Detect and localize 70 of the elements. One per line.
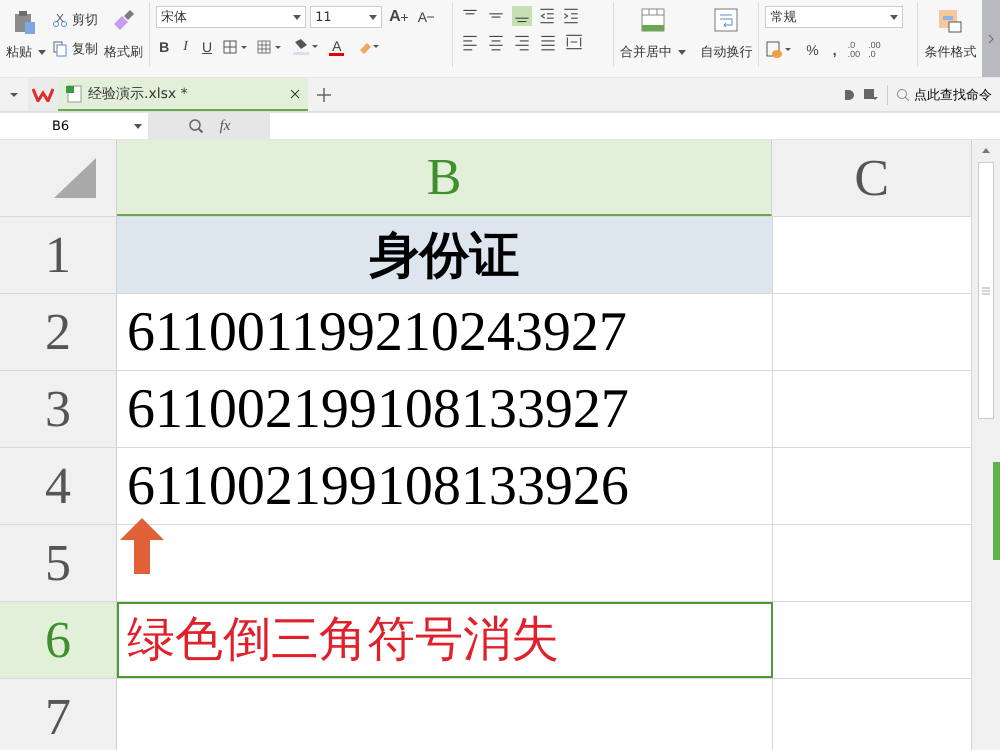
- merge-center-button[interactable]: 合并居中: [620, 43, 686, 61]
- grow-font-button[interactable]: A: [386, 8, 411, 26]
- grip-icon: [982, 286, 990, 294]
- caret-icon[interactable]: [890, 14, 898, 20]
- paste-button[interactable]: 粘贴: [6, 43, 46, 61]
- increase-decimal-button[interactable]: .0 .00: [848, 41, 860, 59]
- caret-icon[interactable]: [38, 50, 46, 55]
- row-header[interactable]: 5: [0, 525, 117, 601]
- spreadsheet-file-icon: [66, 84, 82, 102]
- caret-icon[interactable]: [293, 14, 302, 20]
- logo-button[interactable]: [28, 78, 58, 111]
- row-header[interactable]: 3: [0, 371, 117, 447]
- copy-button[interactable]: 复制: [72, 40, 98, 58]
- row-header[interactable]: 7: [0, 679, 117, 750]
- zoom-search-icon[interactable]: [188, 118, 204, 134]
- up-arrow-icon: [120, 518, 164, 574]
- search-icon: [896, 88, 910, 102]
- table-cell: 611001199210243927: [127, 304, 627, 360]
- caret-icon[interactable]: [134, 124, 142, 128]
- side-panel-handle[interactable]: [993, 462, 1000, 560]
- bottom-align-button[interactable]: [511, 6, 534, 26]
- vertical-scrollbar[interactable]: [972, 140, 1000, 750]
- file-tab[interactable]: 经验演示.xlsx *: [58, 78, 308, 111]
- cut-button[interactable]: 剪切: [72, 11, 98, 30]
- percent-button[interactable]: %: [803, 42, 822, 58]
- command-search[interactable]: 点此查找命令: [896, 86, 992, 104]
- row-header[interactable]: 2: [0, 294, 117, 370]
- corner-triangle-icon: [54, 158, 96, 198]
- copy-icon[interactable]: [52, 40, 68, 57]
- scissors-icon[interactable]: [52, 12, 68, 28]
- caret-icon[interactable]: [369, 14, 378, 20]
- row-header[interactable]: 4: [0, 448, 117, 524]
- font-color-button[interactable]: A: [329, 38, 344, 56]
- italic-button[interactable]: I: [180, 39, 191, 55]
- font-name-field[interactable]: 宋体: [156, 6, 306, 28]
- grid-brush-icon[interactable]: [257, 39, 284, 55]
- function-button[interactable]: fx: [220, 118, 230, 134]
- scroll-up-icon[interactable]: [981, 146, 991, 154]
- wrap-text-button[interactable]: 自动换行: [700, 43, 752, 61]
- w-logo-icon: [32, 88, 54, 102]
- format-painter-button[interactable]: 格式刷: [104, 43, 144, 61]
- caret-icon[interactable]: [678, 50, 686, 55]
- conditional-format-icon[interactable]: [937, 8, 964, 34]
- formula-field[interactable]: [270, 113, 1000, 139]
- table-cell: 611002199108133927: [127, 381, 629, 437]
- note-icon[interactable]: [863, 88, 879, 102]
- cell-reference-field[interactable]: B6: [0, 113, 148, 139]
- close-icon[interactable]: [290, 88, 300, 98]
- d-shape-icon[interactable]: [843, 88, 855, 100]
- scroll-thumb[interactable]: [978, 162, 994, 419]
- conditional-format-button[interactable]: 条件格式: [924, 43, 976, 61]
- wrap-text-icon[interactable]: [714, 8, 738, 32]
- merge-cells-icon[interactable]: [641, 8, 666, 32]
- table-cell: 绿色倒三角符号消失: [127, 616, 559, 664]
- shrink-font-button[interactable]: A: [414, 9, 438, 25]
- number-format-field[interactable]: 常规: [765, 6, 904, 28]
- underline-button[interactable]: U: [198, 39, 216, 55]
- plus-icon: [400, 14, 408, 21]
- column-header[interactable]: C: [772, 140, 972, 216]
- bold-button[interactable]: B: [156, 39, 172, 55]
- add-icon[interactable]: [316, 86, 332, 102]
- table-cell: 611002199108133926: [127, 458, 629, 514]
- chevron-icon: [987, 34, 996, 44]
- decrease-decimal-button[interactable]: .00 .0: [868, 41, 881, 59]
- row-header[interactable]: 1: [0, 217, 117, 293]
- comma-button[interactable]: ,: [830, 42, 840, 58]
- dropdown-icon[interactable]: [8, 90, 20, 98]
- borders-icon[interactable]: [223, 39, 250, 55]
- font-size-field[interactable]: 11: [310, 6, 382, 28]
- table-cell: 身份证: [370, 230, 520, 280]
